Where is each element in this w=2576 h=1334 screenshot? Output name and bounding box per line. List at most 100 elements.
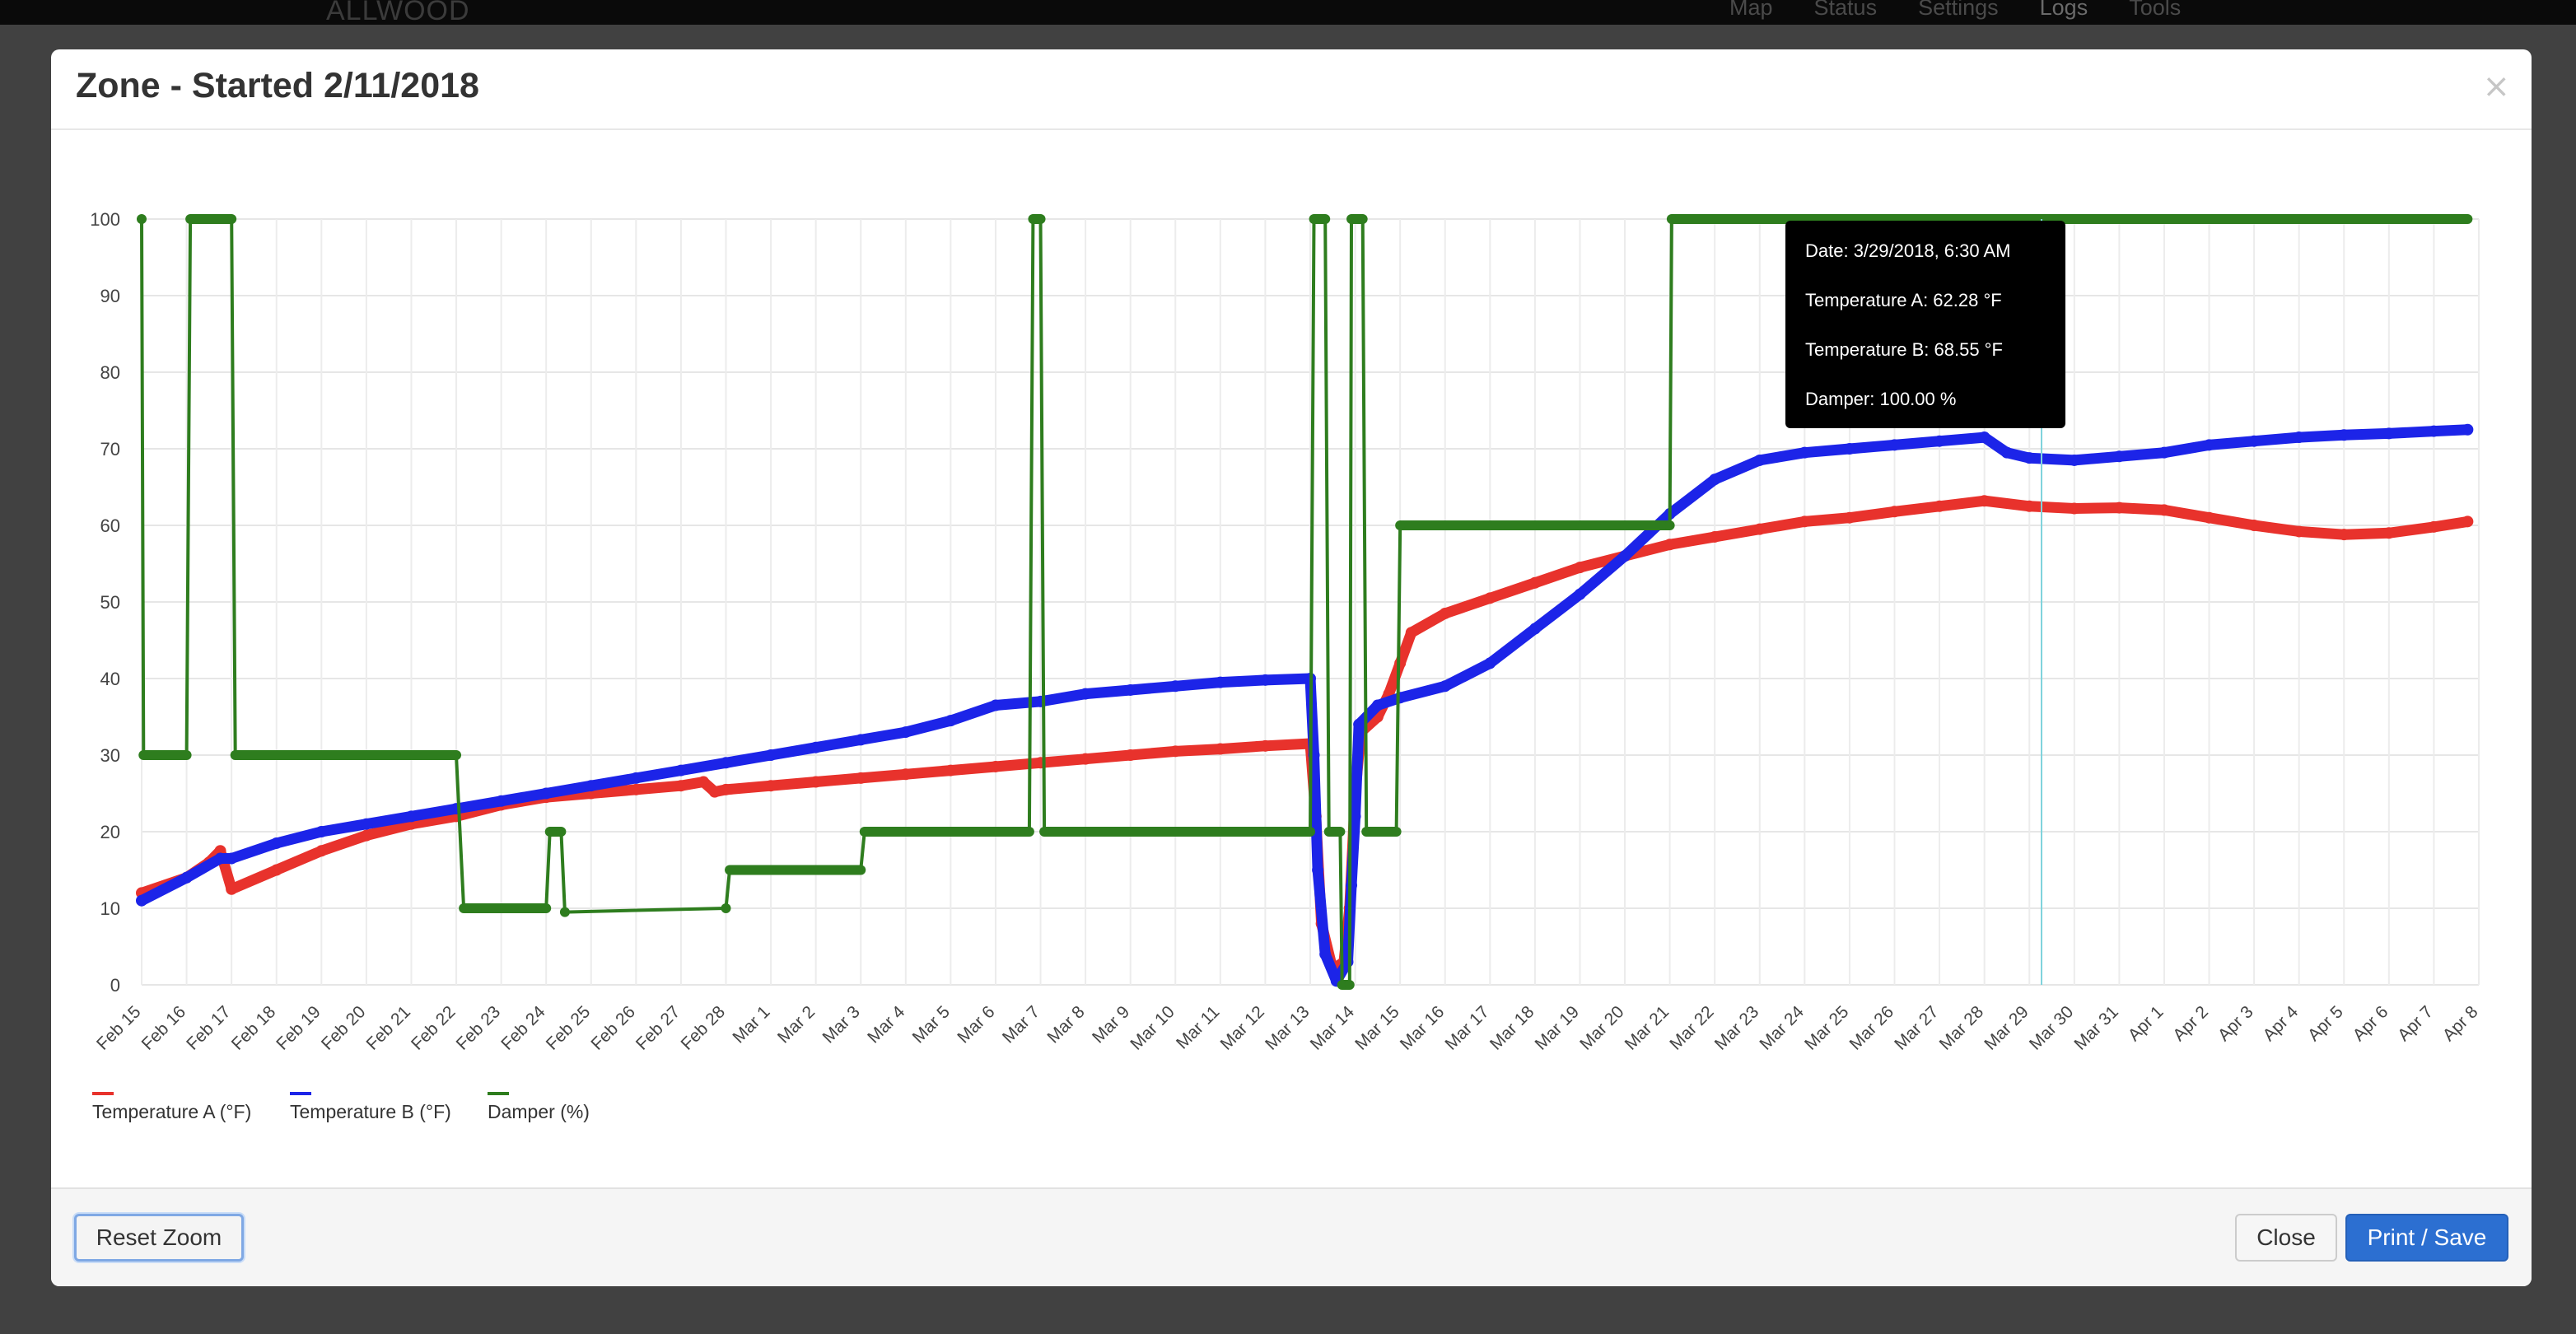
nav-item-map[interactable]: Map [1729,0,1773,21]
data-point[interactable] [1395,520,1406,530]
data-point[interactable] [1305,827,1315,837]
data-point[interactable] [1080,753,1092,765]
data-point[interactable] [725,865,735,875]
data-point[interactable] [270,837,282,849]
data-point[interactable] [315,845,328,857]
data-point[interactable] [1312,864,1324,876]
data-point[interactable] [1978,431,1990,444]
data-point[interactable] [2203,439,2215,451]
data-point[interactable] [1371,699,1384,711]
data-point[interactable] [226,214,237,224]
data-point[interactable] [1039,827,1050,837]
data-point[interactable] [2428,520,2440,533]
data-point[interactable] [859,827,870,837]
data-point[interactable] [2000,446,2013,459]
data-point[interactable] [810,741,822,753]
data-point[interactable] [810,776,822,788]
brand-logo[interactable]: ALLWOOD [326,0,470,27]
data-point[interactable] [1124,683,1136,696]
data-point[interactable] [1934,435,1946,447]
close-button[interactable]: Close [2235,1214,2337,1262]
data-point[interactable] [1574,588,1586,600]
data-point[interactable] [1619,550,1631,562]
data-point[interactable] [721,903,731,913]
data-point[interactable] [459,903,469,913]
data-point[interactable] [945,764,957,777]
data-point[interactable] [2428,425,2440,437]
data-point[interactable] [185,214,196,224]
data-point[interactable] [1124,749,1136,761]
nav-item-tools[interactable]: Tools [2129,0,2181,21]
data-point[interactable] [2068,502,2080,515]
data-point[interactable] [1843,443,1855,455]
nav-item-settings[interactable]: Settings [1918,0,1999,21]
data-point[interactable] [1169,680,1182,693]
data-point[interactable] [541,903,552,913]
data-point[interactable] [1664,520,1675,530]
data-point[interactable] [899,768,912,781]
data-point[interactable] [1709,473,1721,486]
data-point[interactable] [945,715,957,727]
data-point[interactable] [2462,214,2473,224]
data-point[interactable] [1888,506,1901,518]
data-point[interactable] [2248,520,2261,531]
data-point[interactable] [1361,827,1372,837]
data-point[interactable] [708,786,721,798]
data-point[interactable] [1320,214,1331,224]
data-point[interactable] [1978,495,1990,507]
data-point[interactable] [559,907,570,917]
data-point[interactable] [1035,214,1046,224]
data-point[interactable] [1484,657,1496,669]
data-point[interactable] [2293,525,2305,538]
data-point[interactable] [720,783,732,795]
data-point[interactable] [1080,688,1092,700]
data-point[interactable] [585,780,597,792]
data-point[interactable] [855,772,867,784]
data-point[interactable] [1344,980,1355,990]
data-point[interactable] [1799,446,1811,459]
data-point[interactable] [1666,214,1677,224]
data-point[interactable] [2462,423,2474,436]
reset-zoom-button[interactable]: Reset Zoom [74,1214,244,1262]
data-point[interactable] [989,699,1001,711]
data-point[interactable] [360,818,372,830]
data-point[interactable] [1753,454,1766,466]
data-point[interactable] [405,810,418,823]
data-point[interactable] [630,783,642,795]
data-point[interactable] [540,787,553,800]
data-point[interactable] [2113,450,2126,463]
data-point[interactable] [1484,592,1496,604]
data-point[interactable] [1214,743,1226,755]
data-point[interactable] [856,865,866,875]
data-point[interactable] [2158,504,2170,516]
data-point[interactable] [1259,674,1272,686]
data-point[interactable] [2023,452,2036,464]
data-point[interactable] [214,852,226,865]
nav-item-logs[interactable]: Logs [2040,0,2088,21]
data-point[interactable] [1709,530,1721,543]
data-point[interactable] [360,829,372,842]
data-point[interactable] [138,750,149,760]
data-point[interactable] [1439,680,1451,693]
data-point[interactable] [1391,827,1402,837]
data-point[interactable] [1753,523,1766,535]
data-point[interactable] [1169,745,1182,758]
data-point[interactable] [1335,827,1346,837]
data-point[interactable] [1574,562,1586,574]
legend-item[interactable]: Temperature B (°F) [290,1101,451,1122]
data-point[interactable] [556,827,567,837]
data-point[interactable] [765,780,777,792]
data-point[interactable] [855,734,867,746]
data-point[interactable] [2203,511,2215,524]
legend-item[interactable]: Temperature A (°F) [92,1101,251,1122]
data-point[interactable] [1342,956,1354,968]
data-point[interactable] [630,772,642,784]
data-point[interactable] [451,750,462,760]
line-chart[interactable]: 0 10 20 30 40 50 60 70 80 90 100 Feb 15Feb 16Feb 17… [51,130,2532,1237]
data-point[interactable] [1259,739,1272,752]
nav-item-status[interactable]: Status [1814,0,1878,21]
data-point[interactable] [136,894,147,907]
data-point[interactable] [181,750,192,760]
data-point[interactable] [2338,429,2350,441]
data-point[interactable] [1309,214,1319,224]
